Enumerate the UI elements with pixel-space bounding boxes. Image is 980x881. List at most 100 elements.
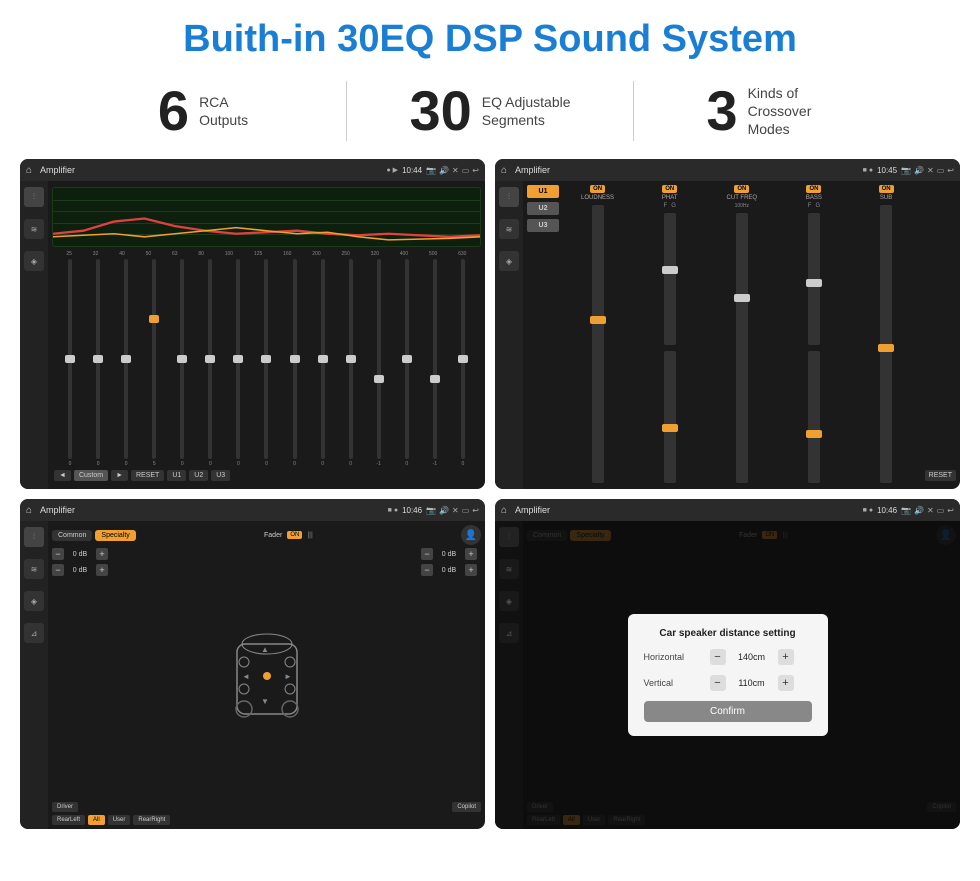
eq-reset-btn[interactable]: RESET: [131, 470, 164, 481]
vertical-plus[interactable]: +: [778, 675, 794, 691]
eq-wave-icon[interactable]: ≋: [24, 219, 44, 239]
slider-14[interactable]: [461, 259, 465, 459]
dot-icons-3: ■ ●: [388, 507, 398, 514]
screen-eq: ⌂ Amplifier ● ▶ 10:44 📷 🔊 ✕ ▭ ↩ ⫶ ≋ ◈: [20, 159, 485, 489]
back-icon: ↩: [472, 166, 479, 175]
amp2-tuner-icon[interactable]: ⫶: [499, 187, 519, 207]
amp2-speaker-icon[interactable]: ◈: [499, 251, 519, 271]
db-minus-2[interactable]: −: [52, 564, 64, 576]
amp2-phat: ON PHAT FG: [635, 185, 704, 485]
rearleft-btn[interactable]: RearLeft: [52, 815, 85, 825]
sub-slider[interactable]: [880, 205, 892, 483]
stat-rca-label: RCAOutputs: [199, 93, 248, 129]
preset-u1[interactable]: U1: [527, 185, 559, 198]
horizontal-minus[interactable]: −: [710, 649, 726, 665]
volume-icon-3: 🔊: [439, 506, 449, 515]
phat-slider2[interactable]: [664, 351, 676, 483]
slider-8[interactable]: [293, 259, 297, 459]
topbar-amp3-title: Amplifier: [40, 505, 384, 515]
slider-10[interactable]: [349, 259, 353, 459]
slider-7[interactable]: [264, 259, 268, 459]
home-icon[interactable]: ⌂: [26, 165, 32, 176]
slider-9[interactable]: [321, 259, 325, 459]
vertical-minus[interactable]: −: [710, 675, 726, 691]
db-plus-1[interactable]: +: [96, 548, 108, 560]
bass-slider[interactable]: [808, 213, 820, 345]
amp2-cutfreq: ON CUT FREQ 100Hz: [707, 185, 776, 485]
close-icon: ✕: [452, 166, 459, 175]
driver-btn[interactable]: Driver: [52, 802, 78, 812]
topbar-eq-title: Amplifier: [40, 165, 382, 175]
sub-label: SUB: [880, 195, 892, 201]
slider-2[interactable]: [124, 259, 128, 459]
stats-row: 6 RCAOutputs 30 EQ AdjustableSegments 3 …: [0, 71, 980, 155]
db-plus-3[interactable]: +: [465, 548, 477, 560]
slider-3[interactable]: [152, 259, 156, 459]
slider-6[interactable]: [236, 259, 240, 459]
slider-5[interactable]: [208, 259, 212, 459]
eq-prev-btn[interactable]: ◄: [54, 470, 71, 481]
amp2-reset-btn[interactable]: RESET: [925, 470, 956, 481]
amp3-wave-icon[interactable]: ≋: [24, 559, 44, 579]
db-value-3: 0 dB: [435, 551, 463, 558]
all-btn[interactable]: All: [88, 815, 105, 825]
stat-eq-number: 30: [409, 83, 471, 139]
user-btn[interactable]: User: [108, 815, 131, 825]
rearright-btn[interactable]: RearRight: [133, 815, 170, 825]
bass-slider2[interactable]: [808, 351, 820, 483]
horizontal-value: 140cm: [732, 652, 772, 662]
amp3-speaker-icon[interactable]: ◈: [24, 591, 44, 611]
eq-tuner-icon[interactable]: ⫶: [24, 187, 44, 207]
eq-next-btn[interactable]: ►: [111, 470, 128, 481]
loudness-slider[interactable]: [592, 205, 604, 483]
cutfreq-slider[interactable]: [736, 213, 748, 483]
copilot-btn[interactable]: Copilot: [452, 802, 481, 812]
db-minus-3[interactable]: −: [421, 548, 433, 560]
amp3-car-diagram: ▲ ▼ ◄ ►: [118, 548, 415, 799]
topbar-amp4-time: 10:46: [877, 506, 897, 515]
slider-0[interactable]: [68, 259, 72, 459]
eq-bottom-controls: ◄ Custom ► RESET U1 U2 U3: [52, 467, 481, 483]
slider-1[interactable]: [96, 259, 100, 459]
phat-on: ON: [662, 185, 677, 193]
amp3-tuner-icon[interactable]: ⫶: [24, 527, 44, 547]
db-plus-4[interactable]: +: [465, 564, 477, 576]
slider-11[interactable]: [377, 259, 381, 459]
home-icon-3[interactable]: ⌂: [26, 505, 32, 516]
slider-12[interactable]: [405, 259, 409, 459]
eq-custom-btn[interactable]: Custom: [74, 470, 108, 481]
amp2-wave-icon[interactable]: ≋: [499, 219, 519, 239]
eq-u3-btn[interactable]: U3: [211, 470, 230, 481]
specialty-tab[interactable]: Specialty: [95, 530, 135, 541]
db-plus-2[interactable]: +: [96, 564, 108, 576]
screen-amp2: ⌂ Amplifier ■ ● 10:45 📷 🔊 ✕ ▭ ↩ ⫶ ≋ ◈ U1…: [495, 159, 960, 489]
amp3-bottom-btns-2: RearLeft All User RearRight: [52, 815, 481, 825]
amp3-user-icon[interactable]: 👤: [461, 525, 481, 545]
preset-u2[interactable]: U2: [527, 202, 559, 215]
db-minus-4[interactable]: −: [421, 564, 433, 576]
common-tab[interactable]: Common: [52, 530, 92, 541]
topbar-amp3-time: 10:46: [402, 506, 422, 515]
slider-4[interactable]: [180, 259, 184, 459]
amp3-main-content: Common Specialty Fader ON ||| 👤 − 0 d: [48, 521, 485, 829]
amp3-left-controls: − 0 dB + − 0 dB +: [52, 548, 112, 799]
svg-text:▼: ▼: [261, 697, 269, 706]
amp3-top-row: Common Specialty Fader ON ||| 👤: [52, 525, 481, 545]
amp3-volume-icon[interactable]: ⊿: [24, 623, 44, 643]
home-icon-2[interactable]: ⌂: [501, 165, 507, 176]
volume-icon-4: 🔊: [914, 506, 924, 515]
eq-u1-btn[interactable]: U1: [167, 470, 186, 481]
vertical-value: 110cm: [732, 678, 772, 688]
preset-u3[interactable]: U3: [527, 219, 559, 232]
confirm-button[interactable]: Confirm: [644, 701, 812, 722]
eq-speaker-icon[interactable]: ◈: [24, 251, 44, 271]
bass-on: ON: [806, 185, 821, 193]
phat-slider[interactable]: [664, 213, 676, 345]
db-minus-1[interactable]: −: [52, 548, 64, 560]
cutfreq-hz: 100Hz: [735, 203, 749, 209]
amp4-screen-body: ⫶ ≋ ◈ ⊿ Common Specialty Fader ON |||: [495, 521, 960, 829]
slider-13[interactable]: [433, 259, 437, 459]
horizontal-plus[interactable]: +: [778, 649, 794, 665]
home-icon-4[interactable]: ⌂: [501, 505, 507, 516]
eq-u2-btn[interactable]: U2: [189, 470, 208, 481]
